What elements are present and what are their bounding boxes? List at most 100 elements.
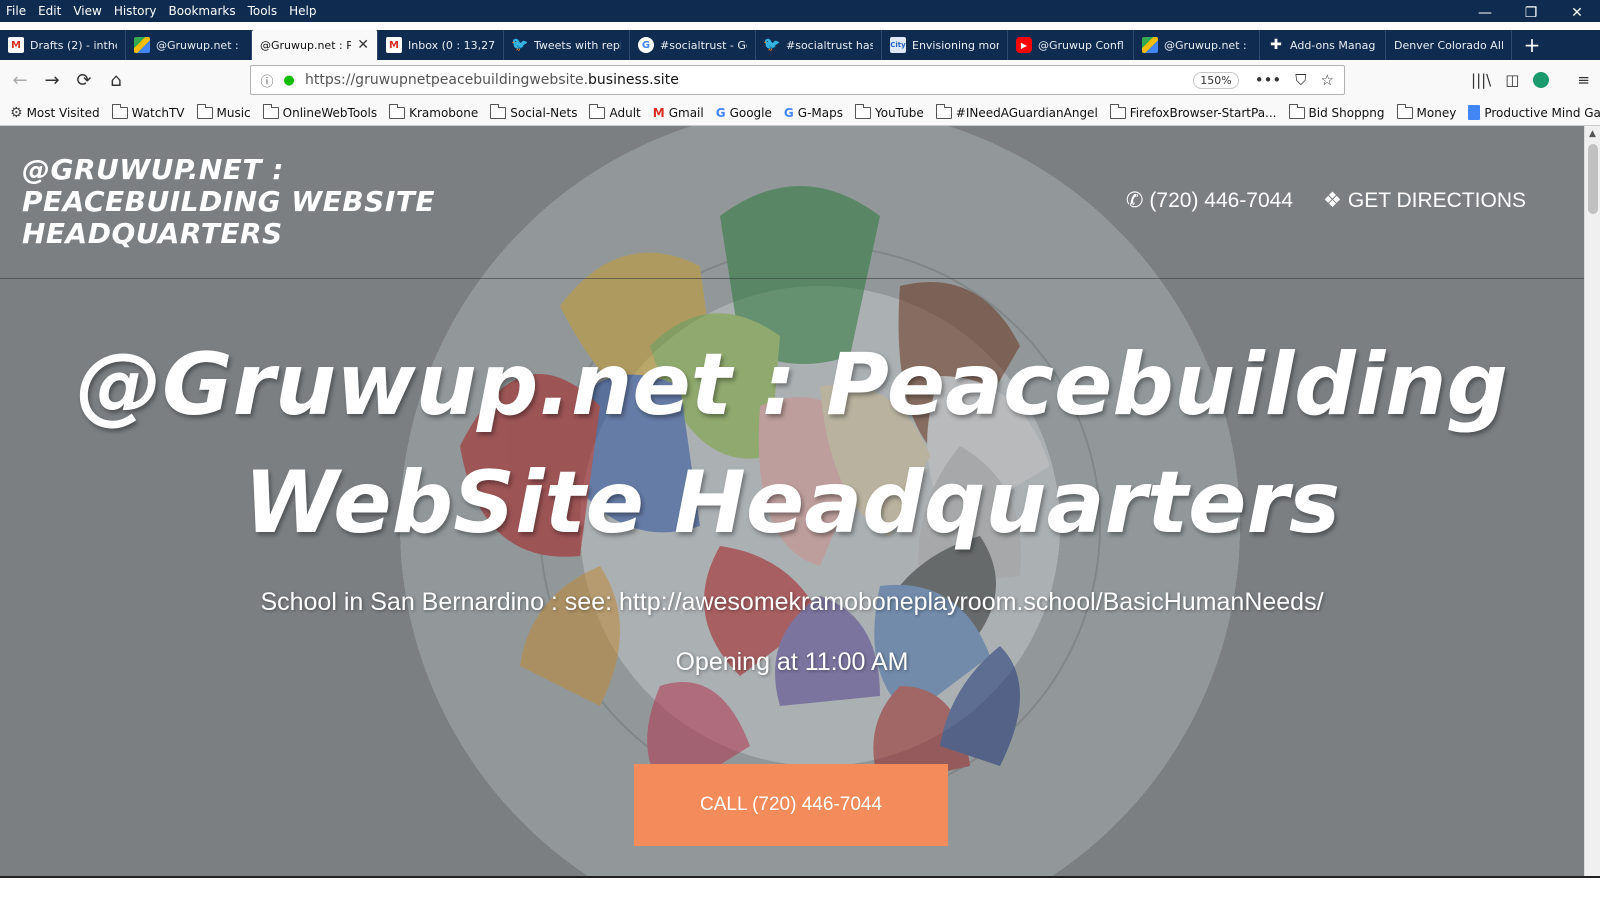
sidebar-icon[interactable]: ◫ [1505,71,1519,89]
tab-6[interactable]: 🐦 #socialtrust hash [756,30,882,60]
home-button[interactable]: ⌂ [100,64,132,96]
library-icon[interactable]: |||\ [1471,71,1491,89]
zoom-indicator[interactable]: 150% [1193,71,1239,89]
bookmark-label: Social-Nets [510,105,578,120]
gmail-icon: M [8,37,24,53]
tab-0[interactable]: M Drafts (2) - inthe [0,30,126,60]
tab-2[interactable]: @Gruwup.net : Pe ✕ [252,30,378,60]
bookmark-item[interactable]: WatchTV [111,103,185,120]
pocket-icon[interactable]: ⛉ [1295,71,1306,89]
bookmark-item[interactable]: Music [196,103,251,120]
menu-bookmarks[interactable]: Bookmarks [163,4,242,18]
tab-4[interactable]: 🐦 Tweets with repl [504,30,630,60]
hamburger-menu-icon[interactable]: ≡ [1577,71,1590,89]
directions-link-label: GET DIRECTIONS [1347,188,1526,212]
bookmark-label: Music [216,105,251,120]
forward-button[interactable]: → [36,64,68,96]
bottom-strip [0,876,1600,900]
minimize-button[interactable]: — [1462,0,1508,26]
window-controls: — ❐ ✕ [1462,0,1600,26]
tab-5[interactable]: G #socialtrust - Go [630,30,756,60]
call-button[interactable]: CALL (720) 446-7044 [634,764,948,846]
bookmark-item[interactable]: #INeedAGuardianAngel [935,103,1098,120]
tab-title: Envisioning mor [912,38,999,52]
menu-edit[interactable]: Edit [32,4,67,18]
bookmark-item[interactable]: Adult [589,103,641,120]
city-icon: City [890,37,906,53]
close-window-button[interactable]: ✕ [1554,0,1600,26]
lock-icon: ● [283,72,295,88]
bookmark-label: #INeedAGuardianAngel [955,105,1098,120]
bookmark-label: Money [1416,105,1457,120]
directions-icon: ❖ [1323,189,1342,212]
bookmark-label: OnlineWebTools [282,105,378,120]
bookmark-item[interactable]: G Google [716,106,772,120]
bookmark-label: Adult [609,105,641,120]
maps-icon [134,37,150,53]
tab-title: @Gruwup Confl [1038,38,1124,52]
reload-button[interactable]: ⟳ [68,64,100,96]
new-tab-button[interactable]: + [1512,30,1552,60]
bookmark-star-icon[interactable]: ☆ [1321,71,1334,89]
menu-history[interactable]: History [108,4,163,18]
header-links: ✆ (720) 446-7044 ❖ GET DIRECTIONS [1126,188,1526,213]
bookmark-label: G-Maps [797,105,843,120]
bookmark-label: Google [729,105,772,120]
bookmark-item[interactable]: OnlineWebTools [262,103,378,120]
extension-icon[interactable] [1533,72,1550,88]
site-info-icon[interactable]: ⓘ [255,71,279,90]
scroll-up-icon[interactable]: ▲ [1585,126,1600,142]
tab-11[interactable]: Denver Colorado AID [1386,30,1512,60]
bookmark-item[interactable]: G G-Maps [784,106,843,120]
folder-icon [1109,103,1126,119]
folder-icon [1288,103,1305,119]
tab-title: Inbox (0 : 13,277) [408,38,495,52]
tab-9[interactable]: @Gruwup.net : F [1134,30,1260,60]
tab-1[interactable]: @Gruwup.net : F [126,30,252,60]
tab-7[interactable]: City Envisioning mor [882,30,1008,60]
bookmark-item[interactable]: Bid Shoppng [1288,103,1385,120]
scroll-thumb[interactable] [1588,144,1598,214]
restore-button[interactable]: ❐ [1508,0,1554,26]
folder-icon [854,103,871,119]
folder-icon [1396,103,1413,119]
tab-title: @Gruwup.net : F [156,38,243,52]
gmail-icon: M [386,37,402,53]
bookmark-item[interactable]: Productive Mind Gam... [1468,105,1600,120]
address-bar[interactable]: ⓘ ● https://gruwupnetpeacebuildingwebsit… [250,65,1345,95]
directions-link[interactable]: ❖ GET DIRECTIONS [1323,188,1526,213]
menu-bar: File Edit View History Bookmarks Tools Help [0,0,1600,22]
back-button[interactable]: ← [4,64,36,96]
bookmark-item[interactable]: FirefoxBrowser-StartPa... [1109,103,1277,120]
menu-file[interactable]: File [0,4,32,18]
bookmark-item[interactable]: Money [1396,103,1457,120]
page-scrollbar[interactable]: ▲ [1584,126,1600,876]
bookmark-label: Kramobone [409,105,479,120]
menu-tools[interactable]: Tools [242,4,284,18]
tab-title: Drafts (2) - inthe [30,38,117,52]
bookmark-item[interactable]: YouTube [854,103,924,120]
bookmark-item[interactable]: Social-Nets [490,103,578,120]
folder-icon [262,103,279,119]
google-icon: G [783,105,794,120]
bookmark-item[interactable]: ⚙ Most Visited [10,105,100,121]
menu-help[interactable]: Help [283,4,322,18]
site-brand[interactable]: @GRUWUP.NET : PEACEBUILDING WEBSITE HEAD… [22,154,452,250]
url-text[interactable]: https://gruwupnetpeacebuildingwebsite.bu… [305,72,1193,88]
phone-link[interactable]: ✆ (720) 446-7044 [1126,188,1293,213]
bookmark-label: YouTube [874,105,924,120]
page-actions-icon[interactable]: ••• [1255,71,1282,89]
header-divider [0,278,1584,279]
tab-3[interactable]: M Inbox (0 : 13,277) [378,30,504,60]
bookmark-item[interactable]: M Gmail [653,106,704,120]
close-tab-icon[interactable]: ✕ [357,37,369,53]
gmail-icon: M [652,105,665,120]
tab-8[interactable]: ▶ @Gruwup Confl [1008,30,1134,60]
twitter-icon: 🐦 [511,37,529,53]
tab-strip: M Drafts (2) - inthe @Gruwup.net : F @Gruwu… [0,30,1600,60]
tab-10[interactable]: ✚ Add-ons Manag [1260,30,1386,60]
bookmark-item[interactable]: Kramobone [389,103,479,120]
folder-icon [196,103,213,119]
menu-view[interactable]: View [67,4,107,18]
document-icon [1468,105,1481,120]
